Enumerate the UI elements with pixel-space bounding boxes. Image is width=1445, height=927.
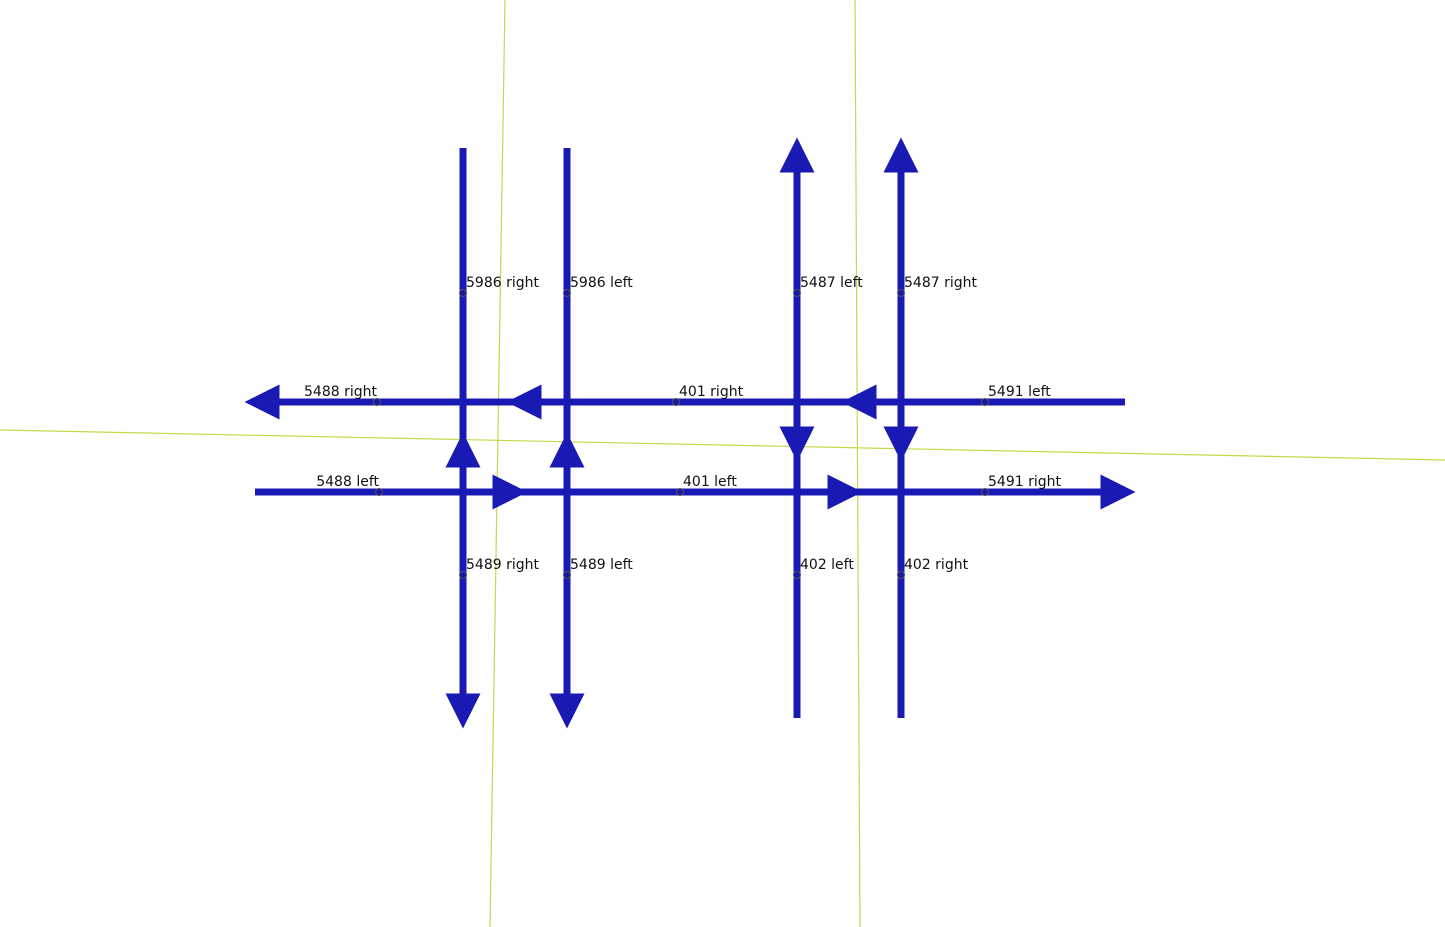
guide-line: [0, 430, 1445, 460]
label-5986-left: 5986 left: [570, 275, 633, 291]
label-5487-left: 5487 left: [800, 275, 863, 291]
label-5488-right: 5488 right: [304, 384, 377, 400]
label-5488-left: 5488 left: [316, 474, 379, 490]
label-5489-left: 5489 left: [570, 557, 633, 573]
label-5487-right: 5487 right: [904, 275, 977, 291]
guide-line: [855, 0, 860, 927]
label-5491-right: 5491 right: [988, 474, 1061, 490]
label-401-right: 401 right: [679, 384, 743, 400]
label-5489-right: 5489 right: [466, 557, 539, 573]
diagram-canvas: [0, 0, 1445, 927]
label-5986-right: 5986 right: [466, 275, 539, 291]
guide-line: [490, 0, 505, 927]
label-402-right: 402 right: [904, 557, 968, 573]
label-402-left: 402 left: [800, 557, 854, 573]
label-401-left: 401 left: [683, 474, 737, 490]
label-5491-left: 5491 left: [988, 384, 1051, 400]
